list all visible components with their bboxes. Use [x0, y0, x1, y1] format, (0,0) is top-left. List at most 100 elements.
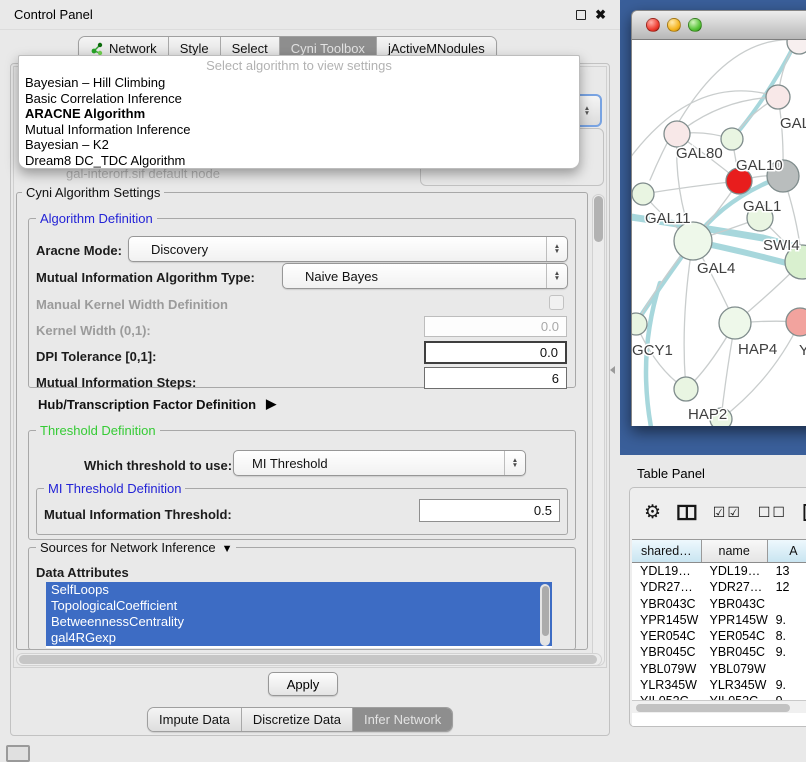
table-cell[interactable]: [768, 661, 806, 677]
select-all-checkboxes-icon[interactable]: ☑☑: [713, 504, 742, 521]
table-cell[interactable]: YBL079W: [632, 661, 702, 677]
restore-panel-icon[interactable]: [6, 745, 30, 762]
table-cell[interactable]: YDR27…: [702, 579, 768, 595]
network-view-window[interactable]: GALGAL80GAL10GAL1GAL11SWI4GAL4GCY1HAP4YH…: [631, 10, 806, 426]
table-column-header[interactable]: A: [768, 540, 806, 562]
table-cell[interactable]: YER054C: [632, 628, 702, 644]
algorithm-option[interactable]: Mutual Information Inference: [19, 122, 579, 138]
table-cell[interactable]: 9.: [768, 644, 806, 660]
table-cell[interactable]: 13: [768, 563, 806, 579]
which-threshold-select[interactable]: MI Threshold ▲▼: [233, 450, 526, 476]
algorithm-option[interactable]: Basic Correlation Inference: [19, 91, 579, 107]
hub-definition-expander[interactable]: Hub/Transcription Factor Definition ▶: [38, 396, 276, 412]
tab-label: Network: [109, 41, 157, 56]
network-graph: GALGAL80GAL10GAL1GAL11SWI4GAL4GCY1HAP4YH…: [632, 40, 806, 426]
table-column-header[interactable]: shared…: [632, 540, 702, 562]
network-node-HAP2[interactable]: [674, 377, 698, 401]
kernel-width-field[interactable]: 0.0: [424, 316, 567, 337]
tab-label: jActiveMNodules: [388, 41, 485, 56]
network-node-salmon-node[interactable]: [786, 308, 806, 336]
table-cell[interactable]: YIL052C: [702, 693, 768, 700]
network-node-GAL11[interactable]: [632, 183, 654, 205]
table-cell[interactable]: YDR27…: [632, 579, 702, 595]
table-column-header[interactable]: name: [702, 540, 768, 562]
algorithm-definition-title: Algorithm Definition: [36, 211, 157, 226]
float-panel-icon[interactable]: [576, 10, 586, 20]
algorithm-dropdown-placeholder: Select algorithm to view settings: [19, 56, 579, 75]
aracne-mode-select[interactable]: Discovery ▲▼: [128, 236, 568, 262]
apply-button[interactable]: Apply: [268, 672, 338, 696]
table-cell[interactable]: 12: [768, 579, 806, 595]
mi-type-select[interactable]: Naive Bayes ▲▼: [282, 263, 568, 289]
table-cell[interactable]: YBR043C: [632, 596, 702, 612]
table-cell[interactable]: YDL19…: [702, 563, 768, 579]
network-node-pink-upper[interactable]: [766, 85, 790, 109]
table-cell[interactable]: YLR345W: [702, 677, 768, 693]
network-node-label: GAL80: [676, 145, 723, 162]
settings-gear-icon[interactable]: ⚙: [644, 503, 661, 522]
zoom-traffic-light-icon[interactable]: [688, 18, 702, 32]
algorithm-option[interactable]: Bayesian – Hill Climbing: [19, 75, 579, 91]
table-cell[interactable]: [768, 596, 806, 612]
mi-steps-label: Mutual Information Steps:: [36, 375, 196, 390]
attribute-list-item[interactable]: BetweennessCentrality: [46, 614, 552, 630]
settings-horizontal-scroll-thumb[interactable]: [19, 655, 597, 664]
table-cell[interactable]: 9.: [768, 612, 806, 628]
expand-right-icon: ▶: [266, 396, 276, 412]
attribute-list-item[interactable]: gal4RGexp: [46, 630, 552, 646]
network-node-GAL80[interactable]: [664, 121, 690, 147]
attribute-list-item[interactable]: SelfLoops: [46, 582, 552, 598]
network-node-GCY1[interactable]: [632, 313, 647, 335]
network-edge: [643, 181, 739, 194]
table-cell[interactable]: YBR045C: [632, 644, 702, 660]
table-cell[interactable]: YLR345W: [632, 677, 702, 693]
table-row: YDL19…YDL19…13: [632, 563, 806, 579]
table-cell[interactable]: YBR045C: [702, 644, 768, 660]
network-node-HAP4[interactable]: [719, 307, 751, 339]
data-attributes-label: Data Attributes: [36, 565, 129, 580]
attributes-list-scroll-thumb[interactable]: [542, 586, 549, 636]
network-node-GAL4[interactable]: [674, 222, 712, 260]
algorithm-option[interactable]: Dream8 DC_TDC Algorithm: [19, 153, 579, 169]
close-traffic-light-icon[interactable]: [646, 18, 660, 32]
cyni-bottom-tabbar: Impute DataDiscretize DataInfer Network: [147, 707, 453, 732]
manual-kernel-checkbox[interactable]: [549, 295, 564, 310]
close-icon[interactable]: ✖: [595, 10, 606, 20]
sources-group-title[interactable]: Sources for Network Inference▼: [36, 540, 236, 555]
table-cell[interactable]: YDL19…: [632, 563, 702, 579]
table-horizontal-scrollbar[interactable]: [632, 700, 806, 713]
dpi-tolerance-value: 0.0: [540, 345, 558, 360]
table-cell[interactable]: YIL052C: [632, 693, 702, 700]
settings-vertical-scroll-thumb[interactable]: [594, 196, 603, 242]
tab-infer-network[interactable]: Infer Network: [353, 708, 452, 731]
algorithm-option[interactable]: Bayesian – K2: [19, 137, 579, 153]
column-layout-icon[interactable]: [677, 504, 697, 521]
table-cell[interactable]: 9.: [768, 693, 806, 700]
network-window-titlebar[interactable]: [631, 10, 806, 40]
mi-steps-field[interactable]: 6: [424, 367, 567, 389]
table-cell[interactable]: YPR145W: [702, 612, 768, 628]
attribute-list-item[interactable]: TopologicalCoefficient: [46, 598, 552, 614]
minimize-traffic-light-icon[interactable]: [667, 18, 681, 32]
algorithm-option[interactable]: ARACNE Algorithm: [19, 106, 579, 122]
table-cell[interactable]: YER054C: [702, 628, 768, 644]
table-cell[interactable]: 8.: [768, 628, 806, 644]
network-node-label: GAL10: [736, 157, 783, 174]
table-horizontal-scroll-thumb[interactable]: [636, 704, 790, 712]
deselect-all-checkboxes-icon[interactable]: ☐☐: [758, 504, 787, 521]
node-attribute-table: shared…nameA YDL19…YDL19…13YDR27…YDR27…1…: [632, 539, 806, 726]
tab-discretize-data[interactable]: Discretize Data: [242, 708, 353, 731]
table-cell[interactable]: 9.: [768, 677, 806, 693]
table-cell[interactable]: YPR145W: [632, 612, 702, 628]
panel-divider-handle[interactable]: [610, 366, 615, 374]
tab-impute-data[interactable]: Impute Data: [148, 708, 242, 731]
table-cell[interactable]: YBR043C: [702, 596, 768, 612]
mi-threshold-field[interactable]: 0.5: [419, 499, 560, 522]
table-cell[interactable]: YBL079W: [702, 661, 768, 677]
network-node-GAL10[interactable]: [721, 128, 743, 150]
dpi-tolerance-field[interactable]: 0.0: [424, 341, 567, 364]
table-row: YPR145WYPR145W9.: [632, 612, 806, 628]
network-canvas[interactable]: GALGAL80GAL10GAL1GAL11SWI4GAL4GCY1HAP4YH…: [631, 40, 806, 426]
settings-vertical-scrollbar[interactable]: [592, 194, 605, 666]
data-attributes-list: SelfLoopsTopologicalCoefficientBetweenne…: [46, 582, 552, 648]
